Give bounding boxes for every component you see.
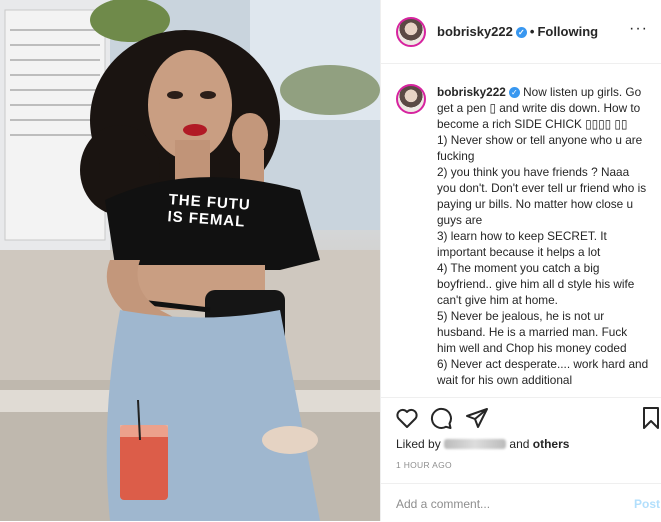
post-photo[interactable]: THE FUTU IS FEMAL <box>0 0 380 521</box>
caption-avatar[interactable] <box>396 84 426 114</box>
caption-line: 1) Never show or tell anyone who u are f… <box>437 133 643 163</box>
post-timestamp[interactable]: 1 HOUR AGO <box>396 460 452 470</box>
separator-dot: • <box>529 24 535 39</box>
liker-username-redacted[interactable] <box>444 439 507 449</box>
comment-box: Post <box>381 483 661 522</box>
share-icon[interactable] <box>465 406 489 430</box>
caption-line: 3) learn how to keep SECRET. It importan… <box>437 229 607 259</box>
caption-username-link[interactable]: bobrisky222 <box>437 85 506 99</box>
caption-line: 2) you think you have friends ? Naaa you… <box>437 165 647 227</box>
action-bar <box>381 397 661 438</box>
photo-illustration <box>0 0 380 521</box>
liked-by-label: Liked by <box>396 437 441 451</box>
comment-icon[interactable] <box>429 406 453 430</box>
post-header: bobrisky222 ✓ • Following ··· <box>381 0 661 64</box>
caption-text: bobrisky222 ✓ Now listen up girls. Go get… <box>437 84 649 388</box>
following-button[interactable]: Following <box>537 24 598 39</box>
post-comment-button[interactable]: Post <box>634 497 660 511</box>
likes-and-label: and <box>509 437 530 451</box>
avatar[interactable] <box>396 17 426 47</box>
caption-line: 6) Never act desperate.... work hard and… <box>437 357 649 387</box>
username-link[interactable]: bobrisky222 <box>437 24 513 39</box>
header-username-row: bobrisky222 ✓ • Following <box>437 24 598 39</box>
heart-icon[interactable] <box>395 406 419 430</box>
caption-line: 4) The moment you catch a big boyfriend.… <box>437 261 635 307</box>
others-link[interactable]: others <box>533 437 570 451</box>
shirt-print-text: THE FUTU IS FEMAL <box>166 191 252 231</box>
likes-summary: Liked by and others <box>396 437 569 451</box>
more-dots-icon[interactable]: ··· <box>629 20 648 38</box>
caption-line: 5) Never be jealous, he is not ur husban… <box>437 309 628 355</box>
post-side-panel: bobrisky222 ✓ • Following ··· bobrisky222 ✓ … <box>380 0 661 521</box>
comment-input[interactable] <box>396 497 616 511</box>
caption-area: bobrisky222 ✓ Now listen up girls. Go get… <box>381 64 661 396</box>
bookmark-icon[interactable] <box>639 406 661 430</box>
verified-badge-icon: ✓ <box>515 27 527 38</box>
verified-badge-icon: ✓ <box>508 87 520 98</box>
instagram-post-window: THE FUTU IS FEMAL bobrisky222 ✓ • Following… <box>0 0 661 521</box>
